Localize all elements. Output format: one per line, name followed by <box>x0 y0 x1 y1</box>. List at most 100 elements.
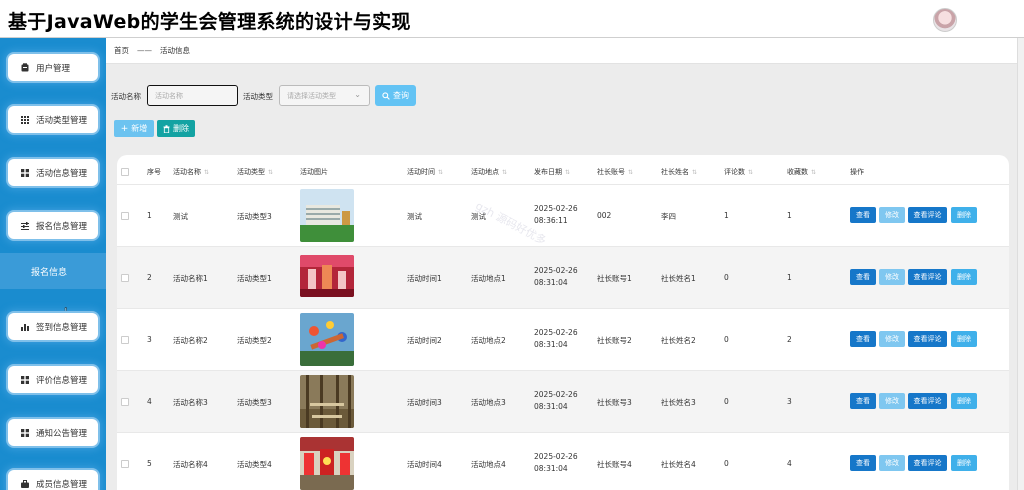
activity-type-label: 活动类型 <box>243 92 273 101</box>
select-all-checkbox[interactable] <box>121 168 129 176</box>
view-button[interactable]: 查看 <box>850 455 876 471</box>
table-row[interactable]: 3 活动名称2 活动类型2 活动时间2 活动地点2 2025-02-26 08:… <box>117 308 1009 370</box>
view-comments-button[interactable]: 查看评论 <box>908 455 947 471</box>
sidebar-item-label: 成员信息管理 <box>36 479 88 490</box>
sidebar-item-activity-type[interactable]: 活动类型管理 <box>8 106 98 133</box>
edit-button[interactable]: 修改 <box>879 207 905 223</box>
sidebar-item-label: 报名信息管理 <box>36 221 88 232</box>
delete-button[interactable]: 删除 <box>951 269 977 285</box>
table-header: 序号 活动名称 ⇅ 活动类型 ⇅ 活动图片 活动时间 ⇅ 活动地点 ⇅ 发布日期 ⇅ 社长… <box>117 155 1009 184</box>
activity-name-input[interactable]: 活动名称 <box>147 85 238 106</box>
header-name[interactable]: 活动名称 ⇅ <box>173 167 209 177</box>
delete-button[interactable]: 删除 <box>951 207 977 223</box>
app-title: 基于JavaWeb的学生会管理系统的设计与实现 <box>8 11 411 33</box>
sidebar-item-checkin[interactable]: 签到信息管理 <box>8 313 98 340</box>
sort-icon: ⇅ <box>204 169 210 176</box>
delete-button[interactable]: 删除 <box>951 331 977 347</box>
sort-icon: ⇅ <box>565 169 571 176</box>
query-button[interactable]: 查询 <box>375 85 416 106</box>
sidebar-item-evaluation[interactable]: 评价信息管理 <box>8 366 98 393</box>
header-favorites[interactable]: 收藏数 ⇅ <box>787 167 816 177</box>
header-leader[interactable]: 社长姓名 ⇅ <box>661 167 697 177</box>
sidebar-item-label: 评价信息管理 <box>36 375 88 386</box>
delete-button[interactable]: 删除 <box>951 455 977 471</box>
sort-icon: ⇅ <box>438 169 444 176</box>
table-row[interactable]: 2 活动名称1 活动类型1 活动时间1 活动地点1 2025-02-26 08:… <box>117 246 1009 308</box>
activity-image <box>300 255 354 297</box>
apps-icon <box>20 168 29 177</box>
breadcrumb: 首页 —— 活动信息 <box>106 38 1020 64</box>
edit-button[interactable]: 修改 <box>879 393 905 409</box>
sidebar-item-notice[interactable]: 通知公告管理 <box>8 419 98 446</box>
row-checkbox[interactable] <box>121 336 129 344</box>
row-checkbox[interactable] <box>121 274 129 282</box>
sort-icon: ⇅ <box>811 169 817 176</box>
activity-image <box>300 375 354 428</box>
view-button[interactable]: 查看 <box>850 393 876 409</box>
chevron-down-icon: ⌄ <box>354 90 361 99</box>
sliders-icon <box>20 221 29 230</box>
view-button[interactable]: 查看 <box>850 207 876 223</box>
header-date[interactable]: 发布日期 ⇅ <box>534 167 570 177</box>
sort-icon: ⇅ <box>502 169 508 176</box>
sidebar-subitem-signup-info[interactable]: 报名信息 <box>0 253 106 289</box>
plus-icon: + <box>120 123 129 134</box>
delete-button[interactable]: 删除 <box>951 393 977 409</box>
header-image: 活动图片 <box>300 168 328 176</box>
header-ops: 操作 <box>850 168 864 176</box>
row-checkbox[interactable] <box>121 398 129 406</box>
edit-button[interactable]: 修改 <box>879 269 905 285</box>
view-comments-button[interactable]: 查看评论 <box>908 393 947 409</box>
view-button[interactable]: 查看 <box>850 269 876 285</box>
breadcrumb-home[interactable]: 首页 <box>114 45 129 56</box>
sort-icon: ⇅ <box>748 169 754 176</box>
header-comments[interactable]: 评论数 ⇅ <box>724 167 753 177</box>
sidebar-item-users[interactable]: 用户管理 <box>8 54 98 81</box>
breadcrumb-current: 活动信息 <box>160 46 190 55</box>
sidebar-item-label: 用户管理 <box>36 63 71 74</box>
sidebar-item-label: 活动信息管理 <box>36 168 88 179</box>
clipboard-icon <box>20 63 29 72</box>
sidebar-item-members[interactable]: 成员信息管理 <box>8 470 98 490</box>
row-checkbox[interactable] <box>121 212 129 220</box>
bar-chart-icon <box>20 322 29 331</box>
sort-icon: ⇅ <box>692 169 698 176</box>
view-button[interactable]: 查看 <box>850 331 876 347</box>
activity-table: 序号 活动名称 ⇅ 活动类型 ⇅ 活动图片 活动时间 ⇅ 活动地点 ⇅ 发布日期 ⇅ 社长… <box>117 155 1009 490</box>
activity-image <box>300 313 354 366</box>
table-row[interactable]: 5 活动名称4 活动类型4 活动时间4 活动地点4 2025-02-26 08:… <box>117 432 1009 490</box>
activity-image <box>300 189 354 242</box>
sidebar-item-signup[interactable]: 报名信息管理 <box>8 212 98 239</box>
edit-button[interactable]: 修改 <box>879 455 905 471</box>
sidebar-item-label: 签到信息管理 <box>36 322 88 333</box>
row-checkbox[interactable] <box>121 460 129 468</box>
sidebar: 用户管理 活动类型管理 活动信息管理 报名信息管理 报名信息 签到信息管理 评价… <box>0 38 106 490</box>
user-avatar[interactable] <box>933 8 957 32</box>
view-comments-button[interactable]: 查看评论 <box>908 269 947 285</box>
view-comments-button[interactable]: 查看评论 <box>908 207 947 223</box>
grid-icon <box>20 115 29 124</box>
header-account[interactable]: 社长账号 ⇅ <box>597 167 633 177</box>
header-place[interactable]: 活动地点 ⇅ <box>471 167 507 177</box>
header-index: 序号 <box>147 168 161 176</box>
add-button[interactable]: + 新增 <box>114 120 154 137</box>
page-scrollbar[interactable] <box>1017 38 1024 490</box>
header-time[interactable]: 活动时间 ⇅ <box>407 167 443 177</box>
edit-button[interactable]: 修改 <box>879 331 905 347</box>
view-comments-button[interactable]: 查看评论 <box>908 331 947 347</box>
briefcase-icon <box>20 479 29 488</box>
search-icon <box>382 91 390 100</box>
activity-image <box>300 437 354 490</box>
table-row[interactable]: 1 测试 活动类型3 测试 测试 2025-02-26 08:36:11 002… <box>117 184 1009 246</box>
header-type[interactable]: 活动类型 ⇅ <box>237 167 273 177</box>
trash-icon <box>163 124 170 133</box>
sort-icon: ⇅ <box>268 169 274 176</box>
table-row[interactable]: 4 活动名称3 活动类型3 活动时间3 活动地点3 2025-02-26 08:… <box>117 370 1009 432</box>
activity-type-select[interactable]: 请选择活动类型 ⌄ <box>279 85 370 106</box>
top-header: 基于JavaWeb的学生会管理系统的设计与实现 <box>0 0 1024 38</box>
sidebar-item-activity-info[interactable]: 活动信息管理 <box>8 159 98 186</box>
sidebar-item-label: 通知公告管理 <box>36 428 88 439</box>
batch-delete-button[interactable]: 删除 <box>157 120 195 137</box>
sidebar-item-label: 活动类型管理 <box>36 115 88 126</box>
apps-icon <box>20 375 29 384</box>
